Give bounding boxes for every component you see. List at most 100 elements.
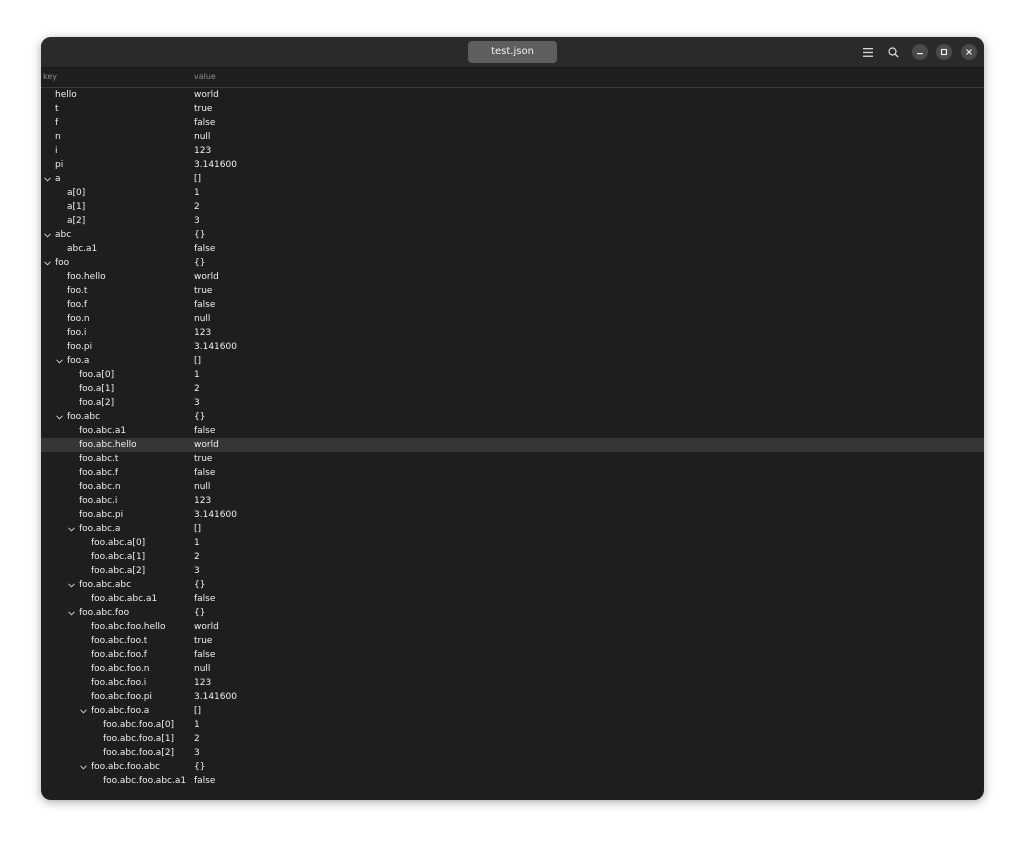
window-title[interactable]: test.json — [468, 41, 557, 63]
tree-row[interactable]: foo.abc.abc {} — [41, 578, 984, 592]
tree-row[interactable]: foo.abc.foo.a [] — [41, 704, 984, 718]
menu-icon[interactable] — [859, 43, 877, 61]
chevron-down-icon[interactable] — [55, 354, 64, 368]
row-value: false — [194, 300, 216, 310]
row-value: {} — [194, 608, 206, 618]
tree-row[interactable]: foo.a[2] 3 — [41, 396, 984, 410]
tree-row[interactable]: foo.abc.foo.n null — [41, 662, 984, 676]
tree-row[interactable]: a[0] 1 — [41, 186, 984, 200]
tree-row[interactable]: foo.abc.foo.hello world — [41, 620, 984, 634]
row-value: 3 — [194, 748, 200, 758]
tree-row[interactable]: foo.abc.n null — [41, 480, 984, 494]
tree-row[interactable]: foo.abc.foo.a[2] 3 — [41, 746, 984, 760]
app-window: test.json key value hello world t true f fals… — [41, 37, 984, 800]
row-value: world — [194, 622, 219, 632]
tree-row[interactable]: foo.abc.a [] — [41, 522, 984, 536]
row-value: [] — [194, 174, 202, 184]
row-key: foo.abc — [67, 412, 101, 422]
maximize-button[interactable] — [936, 44, 952, 60]
row-value: true — [194, 104, 213, 114]
row-key: foo.a — [67, 356, 90, 366]
tree-row[interactable]: foo.abc.foo.t true — [41, 634, 984, 648]
row-value: 1 — [194, 188, 200, 198]
tree-row[interactable]: a [] — [41, 172, 984, 186]
tree-row[interactable]: foo.abc.t true — [41, 452, 984, 466]
tree-row[interactable]: foo.abc.abc.a1 false — [41, 592, 984, 606]
column-header-key[interactable]: key — [43, 72, 57, 81]
tree-row[interactable]: n null — [41, 130, 984, 144]
tree-row[interactable]: t true — [41, 102, 984, 116]
tree-row[interactable]: foo.abc {} — [41, 410, 984, 424]
tree-row[interactable]: foo.pi 3.141600 — [41, 340, 984, 354]
tree-row[interactable]: foo.abc.foo.abc {} — [41, 760, 984, 774]
tree-row[interactable]: foo.abc.a[2] 3 — [41, 564, 984, 578]
row-key: foo.abc.foo.abc.a1 — [103, 776, 187, 786]
row-key: foo.abc.foo.a[1] — [103, 734, 175, 744]
maximize-icon — [940, 48, 948, 56]
row-key: foo.abc.hello — [79, 440, 137, 450]
tree-row[interactable]: foo.abc.i 123 — [41, 494, 984, 508]
row-value: 123 — [194, 146, 212, 156]
tree-row[interactable]: foo.abc.foo.abc.a1 false — [41, 774, 984, 788]
row-key: foo.abc.foo.f — [91, 650, 147, 660]
row-key: foo.abc.abc.a1 — [91, 594, 158, 604]
chevron-down-icon[interactable] — [79, 704, 88, 718]
tree-row[interactable]: i 123 — [41, 144, 984, 158]
tree-row[interactable]: foo.abc.foo.a[1] 2 — [41, 732, 984, 746]
tree-row[interactable]: foo.abc.hello world — [41, 438, 984, 452]
row-value: {} — [194, 258, 206, 268]
tree-row[interactable]: foo.abc.foo.f false — [41, 648, 984, 662]
tree-row[interactable]: abc {} — [41, 228, 984, 242]
tree-row[interactable]: a[1] 2 — [41, 200, 984, 214]
row-key: foo.abc.f — [79, 468, 119, 478]
chevron-down-icon[interactable] — [43, 228, 52, 242]
tree-row[interactable]: foo.abc.pi 3.141600 — [41, 508, 984, 522]
row-value: 2 — [194, 552, 200, 562]
tree-row[interactable]: foo {} — [41, 256, 984, 270]
row-key: foo.abc.a[1] — [91, 552, 146, 562]
column-header-value[interactable]: value — [194, 72, 216, 81]
tree-row[interactable]: foo.abc.f false — [41, 466, 984, 480]
close-button[interactable] — [961, 44, 977, 60]
row-value: false — [194, 468, 216, 478]
minimize-button[interactable] — [912, 44, 928, 60]
tree-row[interactable]: abc.a1 false — [41, 242, 984, 256]
row-value: {} — [194, 580, 206, 590]
tree-row[interactable]: foo.abc.foo {} — [41, 606, 984, 620]
row-key: foo.abc.a[2] — [91, 566, 146, 576]
search-icon[interactable] — [884, 43, 902, 61]
tree-row[interactable]: hello world — [41, 88, 984, 102]
tree-row[interactable]: foo.n null — [41, 312, 984, 326]
row-key: foo.abc.a1 — [79, 426, 127, 436]
chevron-down-icon[interactable] — [43, 256, 52, 270]
tree-row[interactable]: foo.t true — [41, 284, 984, 298]
chevron-down-icon[interactable] — [55, 410, 64, 424]
row-value: 1 — [194, 538, 200, 548]
tree-row[interactable]: foo.a[0] 1 — [41, 368, 984, 382]
tree-row[interactable]: foo.f false — [41, 298, 984, 312]
row-value: {} — [194, 230, 206, 240]
tree-row[interactable]: f false — [41, 116, 984, 130]
row-key: foo.t — [67, 286, 88, 296]
chevron-down-icon[interactable] — [67, 606, 76, 620]
chevron-down-icon[interactable] — [79, 760, 88, 774]
chevron-down-icon[interactable] — [43, 172, 52, 186]
row-value: true — [194, 636, 213, 646]
tree-row[interactable]: foo.a[1] 2 — [41, 382, 984, 396]
chevron-down-icon[interactable] — [67, 578, 76, 592]
row-key: a — [55, 174, 61, 184]
tree-row[interactable]: foo.abc.a[0] 1 — [41, 536, 984, 550]
row-key: foo.abc.i — [79, 496, 118, 506]
tree-row[interactable]: foo.i 123 — [41, 326, 984, 340]
tree-row[interactable]: foo.abc.foo.a[0] 1 — [41, 718, 984, 732]
tree-row[interactable]: pi 3.141600 — [41, 158, 984, 172]
tree-row[interactable]: foo.abc.a[1] 2 — [41, 550, 984, 564]
chevron-down-icon[interactable] — [67, 522, 76, 536]
tree-row[interactable]: foo.abc.foo.pi 3.141600 — [41, 690, 984, 704]
tree-row[interactable]: foo.abc.foo.i 123 — [41, 676, 984, 690]
tree-row[interactable]: foo.hello world — [41, 270, 984, 284]
row-value: 1 — [194, 720, 200, 730]
tree-row[interactable]: foo.a [] — [41, 354, 984, 368]
tree-row[interactable]: a[2] 3 — [41, 214, 984, 228]
tree-row[interactable]: foo.abc.a1 false — [41, 424, 984, 438]
